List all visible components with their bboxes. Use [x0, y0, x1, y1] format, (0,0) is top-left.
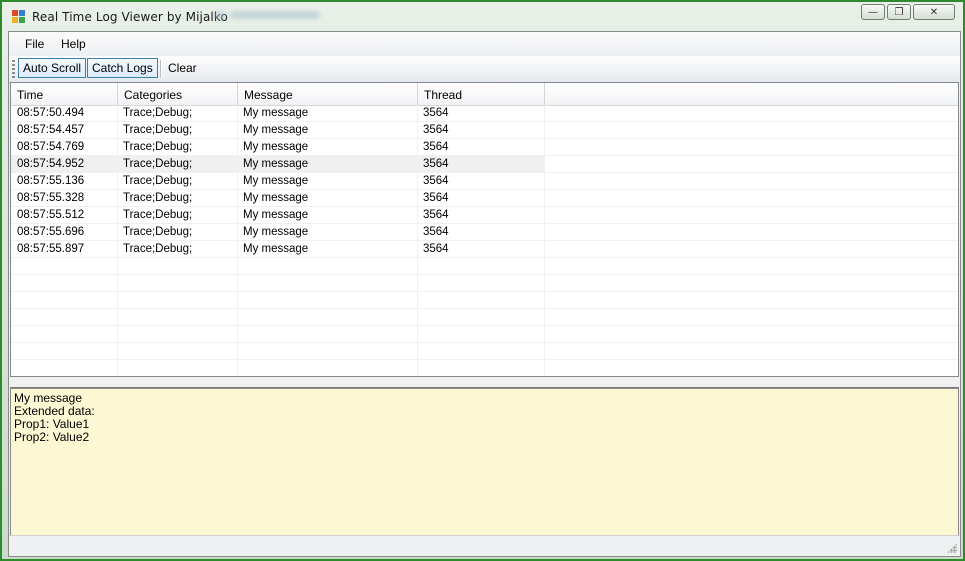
- clear-button[interactable]: Clear: [164, 58, 201, 78]
- table-cell: 08:57:55.136: [17, 175, 85, 187]
- details-line: Prop1: Value1: [14, 417, 90, 431]
- details-line: My message: [14, 391, 83, 405]
- column-header-message[interactable]: Message: [238, 83, 418, 105]
- table-cell: My message: [243, 209, 309, 221]
- table-row[interactable]: 08:57:50.494 Trace;Debug; My message 3564: [11, 105, 958, 122]
- menu-bar: File Help: [9, 32, 960, 56]
- table-cell: 08:57:55.328: [17, 192, 85, 204]
- table-row[interactable]: 08:57:54.952 Trace;Debug; My message 3564: [11, 156, 958, 173]
- caption-buttons: — ❐ ✕: [861, 4, 955, 20]
- title-bar[interactable]: Real Time Log Viewer by Mijalko — ❐ ✕: [4, 2, 961, 30]
- column-header-thread[interactable]: Thread: [418, 83, 545, 105]
- table-row[interactable]: 08:57:55.696 Trace;Debug; My message 3564: [11, 224, 958, 241]
- blurred-title-fragment: [230, 11, 320, 19]
- size-grip-icon[interactable]: [947, 543, 957, 553]
- table-cell: Trace;Debug;: [123, 141, 193, 153]
- menu-file[interactable]: File: [23, 37, 46, 51]
- empty-row: [11, 309, 958, 326]
- log-list-header: Time Categories Message Thread: [11, 83, 958, 106]
- table-cell: 3564: [423, 226, 449, 238]
- table-cell: Trace;Debug;: [123, 243, 193, 255]
- details-panel[interactable]: My message Extended data: Prop1: Value1 …: [10, 388, 959, 536]
- empty-row: [11, 343, 958, 360]
- column-header-time[interactable]: Time: [11, 83, 118, 105]
- status-bar: [9, 535, 960, 556]
- table-cell: My message: [243, 175, 309, 187]
- empty-row: [11, 258, 958, 275]
- table-cell: 3564: [423, 141, 449, 153]
- table-cell: Trace;Debug;: [123, 107, 193, 119]
- empty-row: [11, 292, 958, 309]
- close-button[interactable]: ✕: [913, 4, 955, 20]
- table-cell: 3564: [423, 243, 449, 255]
- table-cell: Trace;Debug;: [123, 192, 193, 204]
- table-cell: My message: [243, 141, 309, 153]
- table-cell: 08:57:55.696: [17, 226, 85, 238]
- client-area: File Help Auto Scroll Catch Logs Clear T…: [8, 31, 961, 557]
- table-row[interactable]: 08:57:55.512 Trace;Debug; My message 3564: [11, 207, 958, 224]
- table-cell: Trace;Debug;: [123, 158, 193, 170]
- details-line: Extended data:: [14, 404, 95, 418]
- table-cell: My message: [243, 124, 309, 136]
- table-cell: 3564: [423, 209, 449, 221]
- table-cell: Trace;Debug;: [123, 226, 193, 238]
- table-cell: My message: [243, 107, 309, 119]
- table-cell: 3564: [423, 124, 449, 136]
- minimize-button[interactable]: —: [861, 4, 885, 20]
- table-cell: 08:57:54.952: [17, 158, 85, 170]
- app-window-icon: [12, 10, 26, 24]
- table-cell: 3564: [423, 175, 449, 187]
- table-cell: Trace;Debug;: [123, 209, 193, 221]
- maximize-icon: ❐: [894, 6, 904, 18]
- window-title: Real Time Log Viewer by Mijalko: [32, 10, 228, 24]
- app-window: Real Time Log Viewer by Mijalko — ❐ ✕ Fi…: [0, 0, 965, 561]
- details-line: Prop2: Value2: [14, 430, 90, 444]
- table-cell: Trace;Debug;: [123, 124, 193, 136]
- toolbar: Auto Scroll Catch Logs Clear: [9, 56, 960, 83]
- menu-help[interactable]: Help: [59, 37, 88, 51]
- blurred-title-fragment: [214, 11, 226, 19]
- auto-scroll-button[interactable]: Auto Scroll: [18, 58, 87, 78]
- table-cell: 3564: [423, 107, 449, 119]
- toolbar-separator: [160, 60, 161, 78]
- table-cell: 08:57:50.494: [17, 107, 85, 119]
- table-row[interactable]: 08:57:55.897 Trace;Debug; My message 3564: [11, 241, 958, 258]
- table-cell: 08:57:54.457: [17, 124, 85, 136]
- table-cell: 3564: [423, 192, 449, 204]
- table-cell: My message: [243, 226, 309, 238]
- table-cell: My message: [243, 158, 309, 170]
- log-list[interactable]: Time Categories Message Thread 08:57:50.…: [10, 82, 959, 377]
- empty-row: [11, 275, 958, 292]
- table-cell: 08:57:55.897: [17, 243, 85, 255]
- log-list-body: 08:57:50.494 Trace;Debug; My message 3564 08…: [11, 105, 958, 376]
- splitter[interactable]: [10, 377, 959, 388]
- table-row[interactable]: 08:57:55.136 Trace;Debug; My message 3564: [11, 173, 958, 190]
- table-cell: Trace;Debug;: [123, 175, 193, 187]
- table-cell: 08:57:55.512: [17, 209, 85, 221]
- table-cell: 08:57:54.769: [17, 141, 85, 153]
- table-row[interactable]: 08:57:55.328 Trace;Debug; My message 3564: [11, 190, 958, 207]
- minimize-icon: —: [868, 6, 878, 18]
- toolbar-grip-icon[interactable]: [12, 60, 15, 78]
- empty-row: [11, 326, 958, 343]
- table-cell: My message: [243, 192, 309, 204]
- close-icon: ✕: [929, 6, 939, 18]
- empty-row: [11, 360, 958, 376]
- table-row[interactable]: 08:57:54.769 Trace;Debug; My message 3564: [11, 139, 958, 156]
- column-header-categories[interactable]: Categories: [118, 83, 238, 105]
- table-cell: 3564: [423, 158, 449, 170]
- catch-logs-button[interactable]: Catch Logs: [87, 58, 158, 78]
- maximize-button[interactable]: ❐: [887, 4, 911, 20]
- table-cell: My message: [243, 243, 309, 255]
- table-row[interactable]: 08:57:54.457 Trace;Debug; My message 3564: [11, 122, 958, 139]
